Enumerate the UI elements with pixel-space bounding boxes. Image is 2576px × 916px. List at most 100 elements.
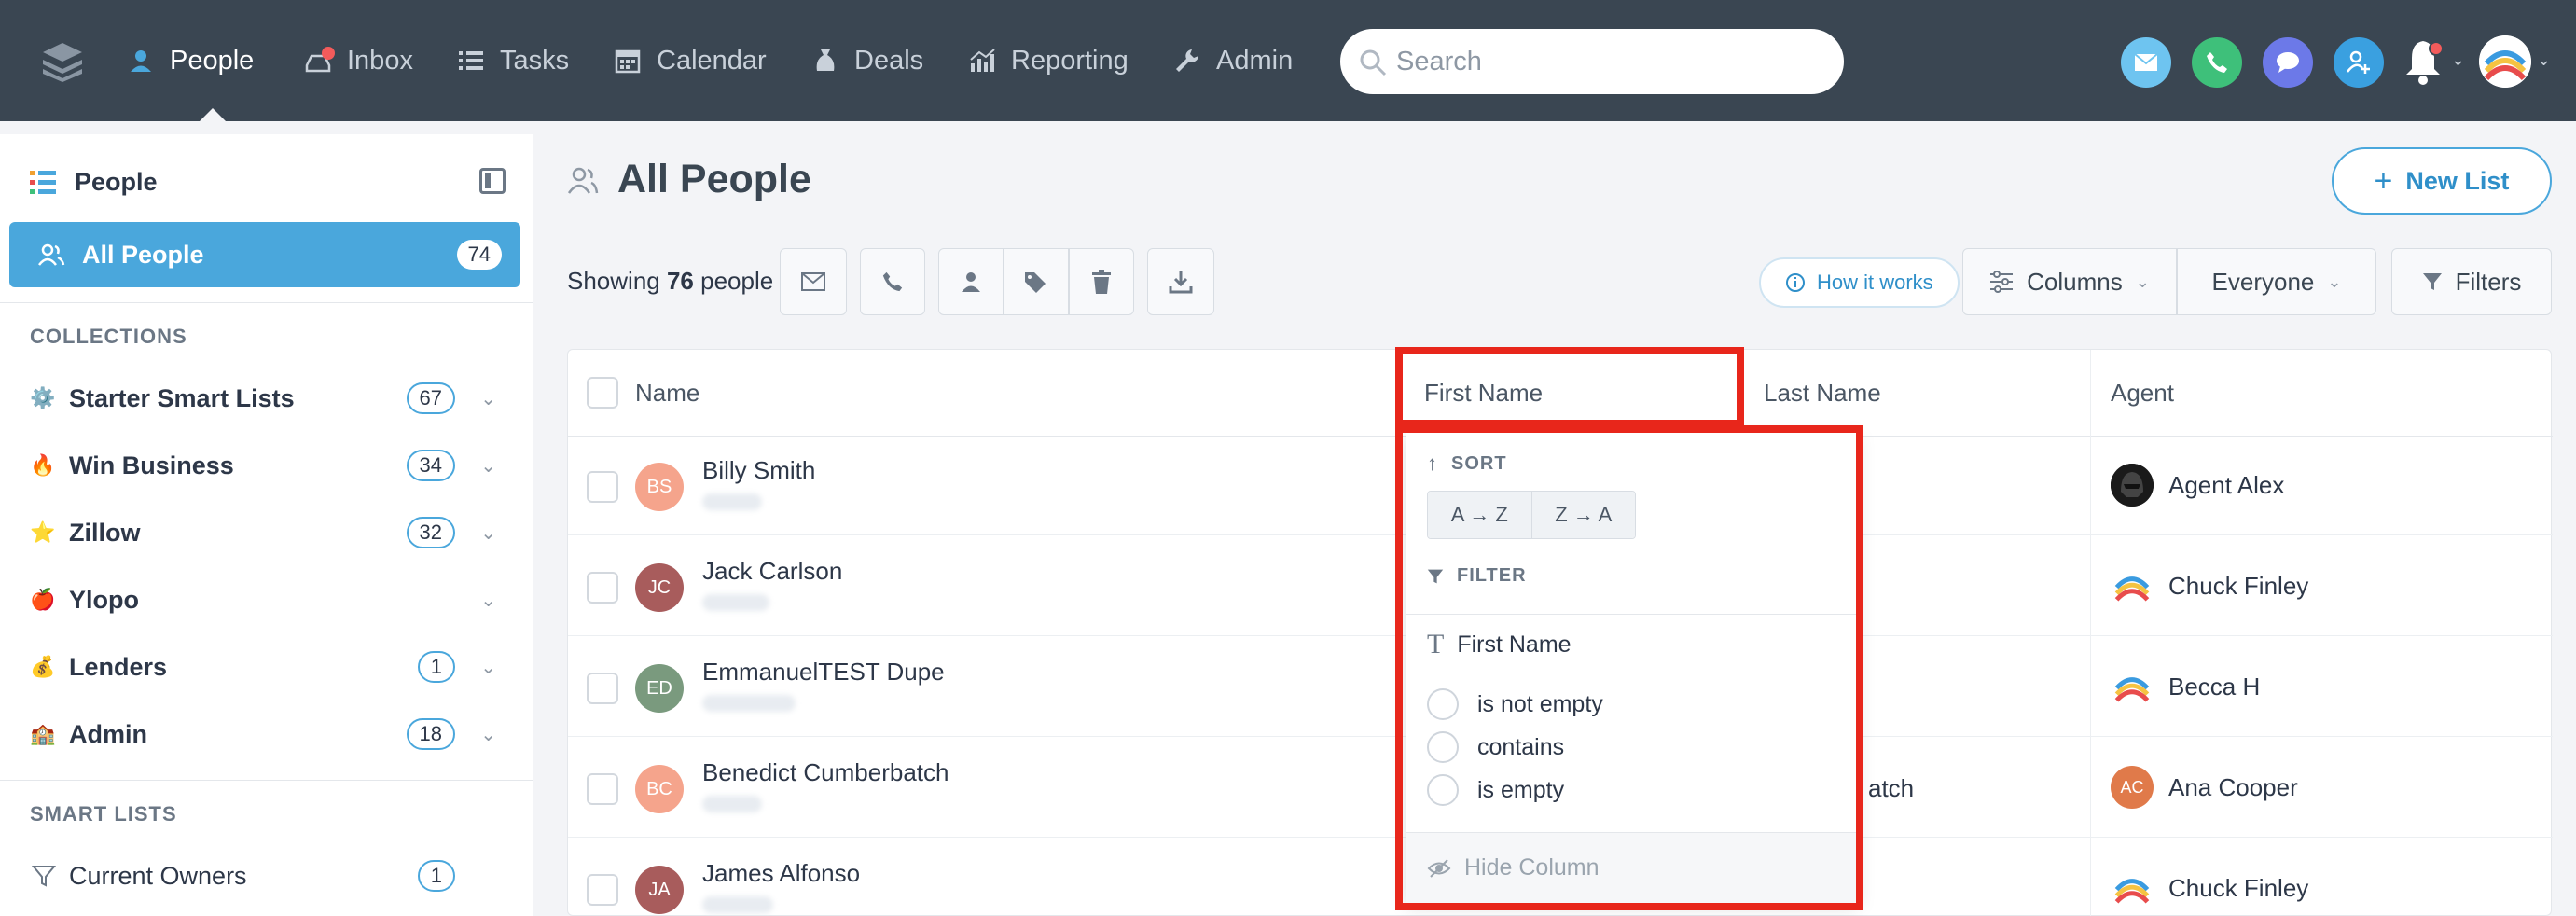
sidebar-header: People [30,168,158,197]
chat-bubble-icon [2277,52,2299,73]
showing-prefix: Showing [567,267,660,295]
chevron-down-icon[interactable]: ⌄ [2537,50,2551,70]
chevron-down-icon[interactable]: ⌄ [480,589,496,612]
showing-count-text: Showing 76 people [567,267,773,296]
sidebar-item-current-owners[interactable]: Current Owners 1 [30,853,506,899]
app-logo-icon[interactable] [41,39,84,82]
bulk-email-button[interactable] [780,248,847,315]
row-checkbox[interactable] [587,572,618,604]
agent-cell: AC Ana Cooper [2111,766,2298,809]
nav-inbox[interactable]: Inbox [304,0,413,121]
colored-list-icon [30,170,56,194]
agent-name: Chuck Finley [2168,873,2309,902]
star-emoji-icon: ⭐ [30,520,56,544]
column-header-agent[interactable]: Agent [2111,350,2174,436]
user-avatar[interactable] [2479,35,2531,88]
column-header-last-name[interactable]: Last Name [1764,350,1881,436]
nav-label: People [170,45,255,76]
chevron-down-icon[interactable]: ⌄ [480,656,496,679]
chevron-down-icon[interactable]: ⌄ [480,723,496,746]
avatar: AC [2111,766,2154,809]
rainbow-avatar-icon [2111,665,2154,708]
count-badge: 18 [406,718,455,750]
tags-icon [1025,272,1046,293]
collections-heading: COLLECTIONS [30,325,187,348]
row-checkbox[interactable] [587,874,618,906]
divider [0,302,533,303]
blurred-source [702,796,762,812]
export-button[interactable] [1147,248,1214,315]
person-name[interactable]: Jack Carlson [702,557,842,586]
search-input[interactable]: Search [1340,29,1844,94]
search-placeholder: Search [1396,46,1482,76]
count-badge: 34 [406,450,455,481]
nav-label: Inbox [347,45,413,76]
agent-cell: Agent Alex [2111,464,2284,507]
sidebar-item-admin[interactable]: 🏫 Admin 18 ⌄ [30,711,506,757]
fire-emoji-icon: 🔥 [30,453,56,477]
chevron-down-icon[interactable]: ⌄ [480,454,496,478]
sidebar-title: People [75,168,158,196]
sidebar-item-label: Current Owners [69,861,247,890]
count-badge: 1 [417,651,455,683]
nav-calendar[interactable]: Calendar [614,0,767,121]
nav-people[interactable]: People [127,0,254,121]
agent-cell: Becca H [2111,665,2260,708]
column-header-name[interactable]: Name [635,350,699,436]
new-list-button[interactable]: + New List [2332,147,2552,215]
call-action-button[interactable] [2192,37,2242,88]
person-name[interactable]: Billy Smith [702,456,815,485]
collapse-sidebar-icon[interactable] [479,168,506,194]
chevron-down-icon[interactable]: ⌄ [480,387,496,410]
last-name-partial: atch [1868,774,1915,802]
how-it-works-button[interactable]: How it works [1759,257,1960,308]
sidebar-item-win-business[interactable]: 🔥 Win Business 34 ⌄ [30,442,506,489]
avatar: BS [635,463,684,511]
row-checkbox[interactable] [587,471,618,503]
smart-lists-heading: SMART LISTS [30,802,177,826]
sidebar-item-label: Starter Smart Lists [69,383,295,412]
everyone-dropdown[interactable]: Everyone ⌄ [2177,248,2376,315]
sidebar-item-ylopo[interactable]: 🍎 Ylopo ⌄ [30,576,506,623]
search-icon [1360,49,1387,76]
filters-button[interactable]: Filters [2391,248,2552,315]
envelope-icon [801,272,825,291]
select-all-checkbox[interactable] [587,377,618,409]
chevron-down-icon[interactable]: ⌄ [480,521,496,545]
sidebar-item-zillow[interactable]: ⭐ Zillow 32 ⌄ [30,509,506,556]
chevron-down-icon: ⌄ [2327,271,2342,291]
bulk-call-button[interactable] [860,248,925,315]
rainbow-avatar-icon [2111,564,2154,607]
nav-deals[interactable]: Deals [811,0,923,121]
sidebar-item-lenders[interactable]: 💰 Lenders 1 ⌄ [30,644,506,690]
info-icon [1786,273,1805,292]
person-name[interactable]: EmmanuelTEST Dupe [702,658,945,687]
columns-dropdown[interactable]: Columns ⌄ [1962,248,2177,315]
delete-button[interactable] [1069,248,1134,315]
row-checkbox[interactable] [587,773,618,805]
agent-cell: Chuck Finley [2111,867,2308,909]
email-action-button[interactable] [2121,37,2171,88]
add-person-action-button[interactable] [2334,37,2384,88]
person-name[interactable]: Benedict Cumberbatch [702,758,949,787]
person-icon [962,272,980,292]
row-checkbox[interactable] [587,673,618,704]
nav-tasks[interactable]: Tasks [457,0,569,121]
sidebar-item-starter-smart-lists[interactable]: ⚙️ Starter Smart Lists 67 ⌄ [30,375,506,422]
text-action-button[interactable] [2263,37,2313,88]
agent-name: Becca H [2168,672,2261,701]
nav-admin[interactable]: Admin [1173,0,1293,121]
person-pin-icon [131,50,151,72]
sidebar-item-label: Admin [69,719,147,748]
sidebar-item-all-people[interactable]: All People 74 [9,222,520,287]
filter-funnel-icon [2422,273,2442,290]
tag-button[interactable] [1004,248,1069,315]
person-name[interactable]: James Alfonso [702,859,860,888]
showing-suffix: people [700,267,774,295]
assign-agent-button[interactable] [938,248,1004,315]
trash-icon [1092,270,1111,294]
columns-label: Columns [2027,267,2123,296]
chevron-down-icon[interactable]: ⌄ [2451,50,2465,70]
agent-name: Chuck Finley [2168,571,2309,600]
nav-reporting[interactable]: Reporting [968,0,1129,121]
